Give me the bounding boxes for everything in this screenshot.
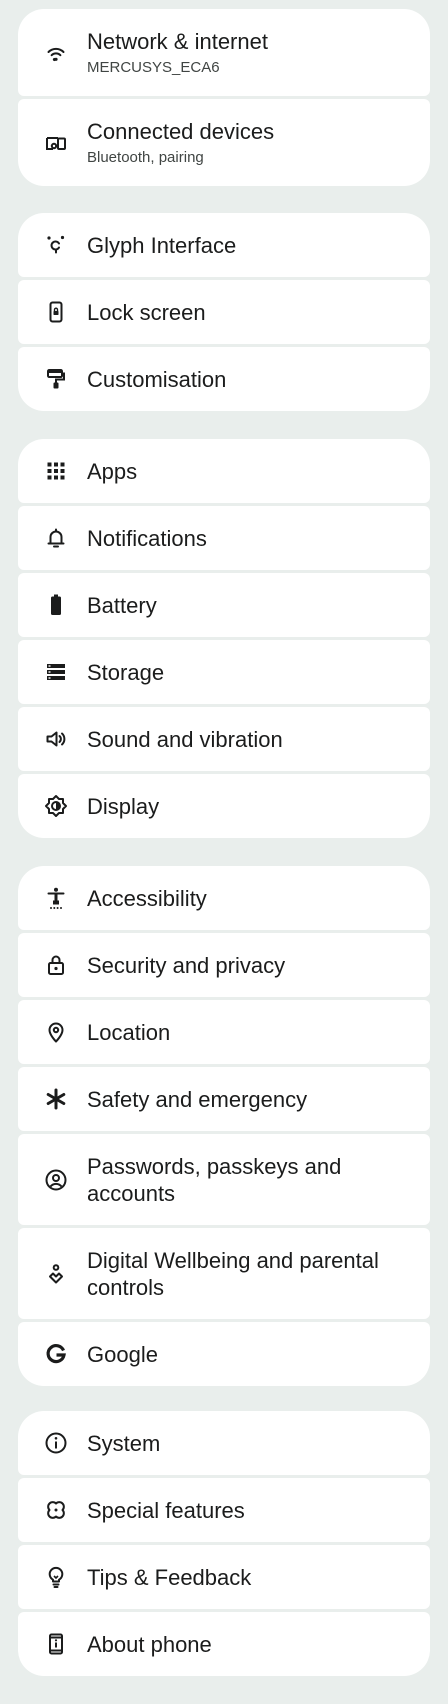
settings-item-label: Tips & Feedback — [87, 1564, 252, 1590]
settings-item-label: About phone — [87, 1631, 212, 1657]
settings-group-personalisation: Glyph Interface Lock screen Customisatio… — [18, 213, 430, 411]
account-circle-icon — [44, 1168, 68, 1192]
battery-icon — [44, 593, 68, 617]
settings-item-label: Glyph Interface — [87, 232, 237, 258]
settings-item-digital-wellbeing[interactable]: Digital Wellbeing and parental controls — [18, 1228, 430, 1319]
settings-item-label: Battery — [87, 592, 157, 618]
lock-screen-icon — [44, 300, 68, 324]
settings-item-display[interactable]: Display — [18, 774, 430, 838]
glyph-icon — [44, 233, 68, 257]
settings-item-sound-vibration[interactable]: Sound and vibration — [18, 707, 430, 771]
settings-item-safety-emergency[interactable]: Safety and emergency — [18, 1067, 430, 1131]
settings-item-lock-screen[interactable]: Lock screen — [18, 280, 430, 344]
settings-item-label: Network & internet — [87, 29, 268, 54]
settings-item-special-features[interactable]: Special features — [18, 1478, 430, 1542]
settings-item-label: Notifications — [87, 525, 207, 551]
settings-item-apps[interactable]: Apps — [18, 439, 430, 503]
settings-group-connectivity: Network & internet MERCUSYS_ECA6 Connect… — [18, 9, 430, 186]
settings-item-label: Security and privacy — [87, 952, 286, 978]
lightbulb-icon — [44, 1565, 68, 1589]
settings-item-label: Google — [87, 1341, 158, 1367]
settings-item-label: Customisation — [87, 366, 227, 392]
settings-item-label: Sound and vibration — [87, 726, 283, 752]
settings-item-subtitle: MERCUSYS_ECA6 — [87, 59, 220, 76]
settings-item-label: Lock screen — [87, 299, 206, 325]
accessibility-icon — [44, 886, 68, 910]
settings-item-connected-devices[interactable]: Connected devices Bluetooth, pairing — [18, 99, 430, 186]
settings-item-label: Special features — [87, 1497, 245, 1523]
settings-item-location[interactable]: Location — [18, 1000, 430, 1064]
padlock-icon — [44, 953, 68, 977]
settings-item-label: Apps — [87, 458, 138, 484]
settings-item-label: Storage — [87, 659, 165, 685]
settings-item-passwords-accounts[interactable]: Passwords, passkeys and accounts — [18, 1134, 430, 1225]
settings-item-customisation[interactable]: Customisation — [18, 347, 430, 411]
apps-grid-icon — [44, 459, 68, 483]
settings-item-label: Display — [87, 793, 160, 819]
wellbeing-icon — [44, 1262, 68, 1286]
storage-icon — [44, 660, 68, 684]
settings-item-accessibility[interactable]: Accessibility — [18, 866, 430, 930]
settings-item-notifications[interactable]: Notifications — [18, 506, 430, 570]
settings-item-network-internet[interactable]: Network & internet MERCUSYS_ECA6 — [18, 9, 430, 96]
settings-item-label: Digital Wellbeing and parental controls — [87, 1247, 379, 1300]
settings-item-google[interactable]: Google — [18, 1322, 430, 1386]
location-pin-icon — [44, 1020, 68, 1044]
devices-icon — [44, 131, 68, 155]
phone-info-icon — [44, 1632, 68, 1656]
settings-item-tips-feedback[interactable]: Tips & Feedback — [18, 1545, 430, 1609]
settings-item-subtitle: Bluetooth, pairing — [87, 149, 204, 166]
settings-item-glyph-interface[interactable]: Glyph Interface — [18, 213, 430, 277]
settings-group-privacy-accounts: Accessibility Security and privacy Locat… — [18, 866, 430, 1386]
settings-group-system: System Special features Tips & Feedback … — [18, 1411, 430, 1676]
settings-item-about-phone[interactable]: About phone — [18, 1612, 430, 1676]
settings-item-battery[interactable]: Battery — [18, 573, 430, 637]
brightness-icon — [44, 794, 68, 818]
settings-item-label: Passwords, passkeys and accounts — [87, 1153, 342, 1206]
settings-item-label: Location — [87, 1019, 171, 1045]
paint-roller-icon — [44, 367, 68, 391]
info-icon — [44, 1431, 68, 1455]
settings-item-security-privacy[interactable]: Security and privacy — [18, 933, 430, 997]
settings-item-system[interactable]: System — [18, 1411, 430, 1475]
settings-group-device: Apps Notifications Battery Storage Sound… — [18, 439, 430, 838]
settings-item-label: Connected devices — [87, 119, 275, 144]
settings-list: Network & internet MERCUSYS_ECA6 Connect… — [0, 0, 448, 1704]
settings-item-label: System — [87, 1430, 161, 1456]
settings-item-label: Accessibility — [87, 885, 207, 911]
google-icon — [44, 1342, 68, 1366]
settings-item-storage[interactable]: Storage — [18, 640, 430, 704]
wifi-icon — [44, 41, 68, 65]
special-features-icon — [44, 1498, 68, 1522]
bell-icon — [44, 526, 68, 550]
settings-item-label: Safety and emergency — [87, 1086, 308, 1112]
asterisk-icon — [44, 1087, 68, 1111]
speaker-icon — [44, 727, 68, 751]
